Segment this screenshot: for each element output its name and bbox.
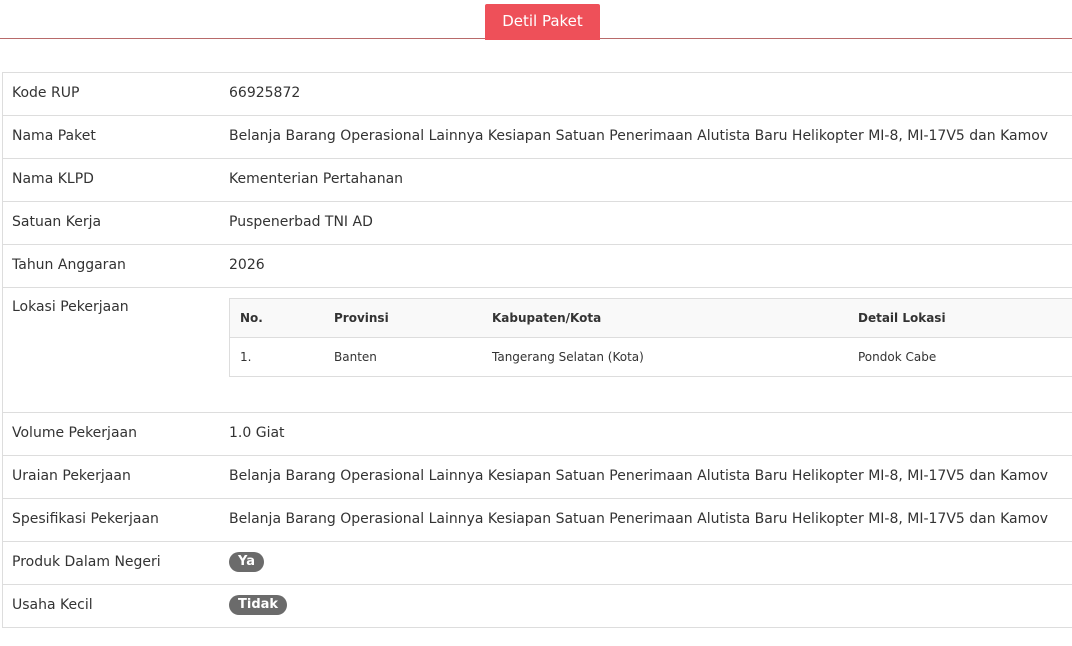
value-uraian-pekerjaan: Belanja Barang Operasional Lainnya Kesia… bbox=[229, 468, 1049, 484]
label-spesifikasi-pekerjaan: Spesifikasi Pekerjaan bbox=[12, 511, 159, 527]
label-usaha-kecil: Usaha Kecil bbox=[12, 597, 93, 613]
row-tahun-anggaran: Tahun Anggaran 2026 bbox=[3, 245, 1072, 288]
value-satuan-kerja: Puspenerbad TNI AD bbox=[229, 214, 373, 230]
label-tahun-anggaran: Tahun Anggaran bbox=[12, 257, 126, 273]
lokasi-table: No. Provinsi Kabupaten/Kota Detail Lokas… bbox=[229, 298, 1072, 377]
cell-provinsi: Banten bbox=[334, 350, 377, 364]
label-volume-pekerjaan: Volume Pekerjaan bbox=[12, 425, 137, 441]
value-kode-rup: 66925872 bbox=[229, 85, 301, 101]
row-satuan-kerja: Satuan Kerja Puspenerbad TNI AD bbox=[3, 202, 1072, 245]
status-badge: Tidak bbox=[229, 595, 288, 615]
row-kode-rup: Kode RUP 66925872 bbox=[3, 73, 1072, 116]
label-satuan-kerja: Satuan Kerja bbox=[12, 214, 102, 230]
table-row: 1. Banten Tangerang Selatan (Kota) Pondo… bbox=[230, 338, 1072, 376]
cell-no: 1. bbox=[240, 350, 252, 364]
label-nama-klpd: Nama KLPD bbox=[12, 171, 94, 187]
row-usaha-kecil: Usaha Kecil Tidak bbox=[3, 585, 1072, 628]
header-kabupaten: Kabupaten/Kota bbox=[492, 311, 602, 325]
status-badge: Ya bbox=[229, 552, 264, 572]
value-nama-paket: Belanja Barang Operasional Lainnya Kesia… bbox=[229, 128, 1049, 144]
value-tahun-anggaran: 2026 bbox=[229, 257, 265, 273]
lokasi-table-header: No. Provinsi Kabupaten/Kota Detail Lokas… bbox=[230, 299, 1072, 338]
row-produk-dalam-negeri: Produk Dalam Negeri Ya bbox=[3, 542, 1072, 585]
value-nama-klpd: Kementerian Pertahanan bbox=[229, 171, 404, 187]
value-produk-dalam-negeri-wrap: Ya bbox=[229, 542, 264, 583]
row-nama-paket: Nama Paket Belanja Barang Operasional La… bbox=[3, 116, 1072, 159]
header-bar: Detil Paket bbox=[0, 0, 1072, 40]
value-usaha-kecil-wrap: Tidak bbox=[229, 585, 288, 626]
value-volume-pekerjaan: 1.0 Giat bbox=[229, 425, 285, 441]
label-produk-dalam-negeri: Produk Dalam Negeri bbox=[12, 554, 161, 570]
header-no: No. bbox=[240, 311, 263, 325]
row-lokasi-pekerjaan: Lokasi Pekerjaan No. Provinsi Kabupaten/… bbox=[3, 288, 1072, 413]
cell-detail-lokasi: Pondok Cabe bbox=[858, 350, 937, 364]
tab-detil-paket[interactable]: Detil Paket bbox=[485, 4, 600, 40]
cell-kabupaten: Tangerang Selatan (Kota) bbox=[492, 350, 644, 364]
row-spesifikasi-pekerjaan: Spesifikasi Pekerjaan Belanja Barang Ope… bbox=[3, 499, 1072, 542]
header-provinsi: Provinsi bbox=[334, 311, 389, 325]
row-nama-klpd: Nama KLPD Kementerian Pertahanan bbox=[3, 159, 1072, 202]
detail-table: Kode RUP 66925872 Nama Paket Belanja Bar… bbox=[2, 72, 1072, 628]
label-lokasi-pekerjaan: Lokasi Pekerjaan bbox=[12, 299, 129, 315]
label-uraian-pekerjaan: Uraian Pekerjaan bbox=[12, 468, 131, 484]
label-kode-rup: Kode RUP bbox=[12, 85, 80, 101]
row-uraian-pekerjaan: Uraian Pekerjaan Belanja Barang Operasio… bbox=[3, 456, 1072, 499]
header-detail-lokasi: Detail Lokasi bbox=[858, 311, 946, 325]
label-nama-paket: Nama Paket bbox=[12, 128, 96, 144]
row-volume-pekerjaan: Volume Pekerjaan 1.0 Giat bbox=[3, 413, 1072, 456]
value-spesifikasi-pekerjaan: Belanja Barang Operasional Lainnya Kesia… bbox=[229, 511, 1049, 527]
